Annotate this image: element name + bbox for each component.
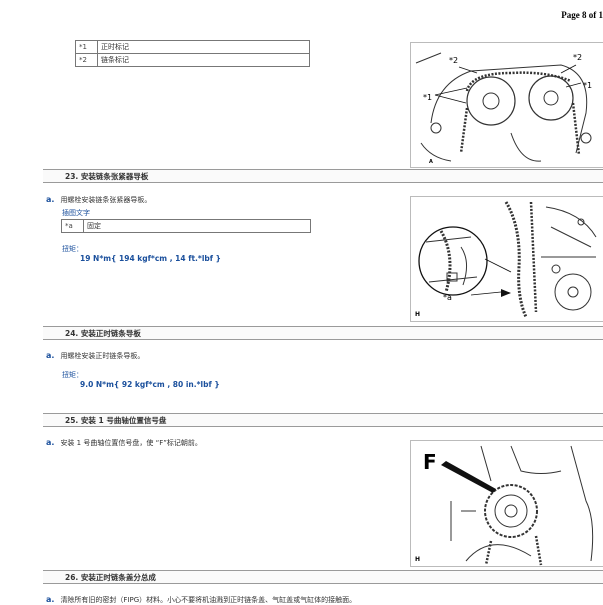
sub-text: 清除所有旧的密封（FIPG）材料。小心不要将机油溅到正时链条盖、气缸盖或气缸体的… [60,596,357,604]
sub-letter: a. [46,595,55,604]
legend-value: 正时标记 [97,40,310,54]
legend-row: *1 正时标记 [75,40,310,54]
tensioner-guide-figure: *a H [410,196,603,322]
sub-text: 安装 1 号曲轴位置信号盘，使 “F”标记朝前。 [60,439,202,447]
sub-text: 用螺栓安装正时链条导板。 [60,352,145,360]
figure3-code: H [415,556,420,563]
sub-letter: a. [46,351,55,360]
step-25-title: 25. 安装 1 号曲轴位置信号盘 [65,416,167,425]
legend-key: *2 [75,53,98,67]
sub-letter: a. [46,195,55,204]
figure1-code: A [429,159,433,165]
legend-row: *2 链条标记 [75,53,310,67]
figure1-callout: *2 [573,53,582,62]
legend-key: *1 [75,40,98,54]
step-26-header: 26. 安装正时链条盖分总成 [43,570,603,584]
legend-table-top: *1 正时标记 *2 链条标记 [75,40,310,67]
tensioner-guide-illustration: *a H [415,201,597,318]
step-26-sub-a: a. 清除所有旧的密封（FIPG）材料。小心不要将机油溅到正时链条盖、气缸盖或气缸… [46,595,356,605]
signal-plate-figure: F H [410,440,603,567]
step-23-title: 23. 安装链条张紧器导板 [65,172,149,181]
legend-value: 固定 [83,219,311,233]
figure1-callout: *1 [423,93,432,102]
figure1-callout: *1 [583,81,592,90]
torque-label: 扭矩： [62,371,83,379]
step-25-sub-a: a. 安装 1 号曲轴位置信号盘，使 “F”标记朝前。 [46,438,202,448]
step-24-title: 24. 安装正时链条导板 [65,329,141,338]
sub-text: 用螺栓安装链条张紧器导板。 [60,196,152,204]
figure1-callout: *2 [449,56,458,65]
legend-value: 链条标记 [97,53,310,67]
legend-table-step-23: *a 固定 [61,219,311,233]
figure2-code: H [415,311,420,318]
signal-plate-illustration: F H [415,445,594,566]
step-26-title: 26. 安装正时链条盖分总成 [65,573,156,582]
torque-value: 9.0 N*m{ 92 kgf*cm , 80 in.*lbf } [80,380,220,389]
illustration-caption: 插图文字 [62,209,90,217]
step-24-header: 24. 安装正时链条导板 [43,326,603,340]
timing-chain-figure: *2 *2 *1 *1 A [410,42,603,168]
page-number: Page 8 of 1 [561,10,603,20]
step-24-sub-a: a. 用螺栓安装正时链条导板。 [46,351,144,361]
legend-row: *a 固定 [61,219,311,233]
torque-label: 扭矩： [62,245,83,253]
legend-key: *a [61,219,84,233]
torque-value: 19 N*m{ 194 kgf*cm , 14 ft.*lbf } [80,254,221,263]
step-23-sub-a: a. 用螺栓安装链条张紧器导板。 [46,195,151,205]
timing-chain-illustration: *2 *2 *1 *1 A [415,52,592,165]
sub-letter: a. [46,438,55,447]
step-25-header: 25. 安装 1 号曲轴位置信号盘 [43,413,603,427]
step-23-header: 23. 安装链条张紧器导板 [43,169,603,183]
figure2-callout: *a [443,293,452,302]
figure3-callout: F [423,450,437,474]
